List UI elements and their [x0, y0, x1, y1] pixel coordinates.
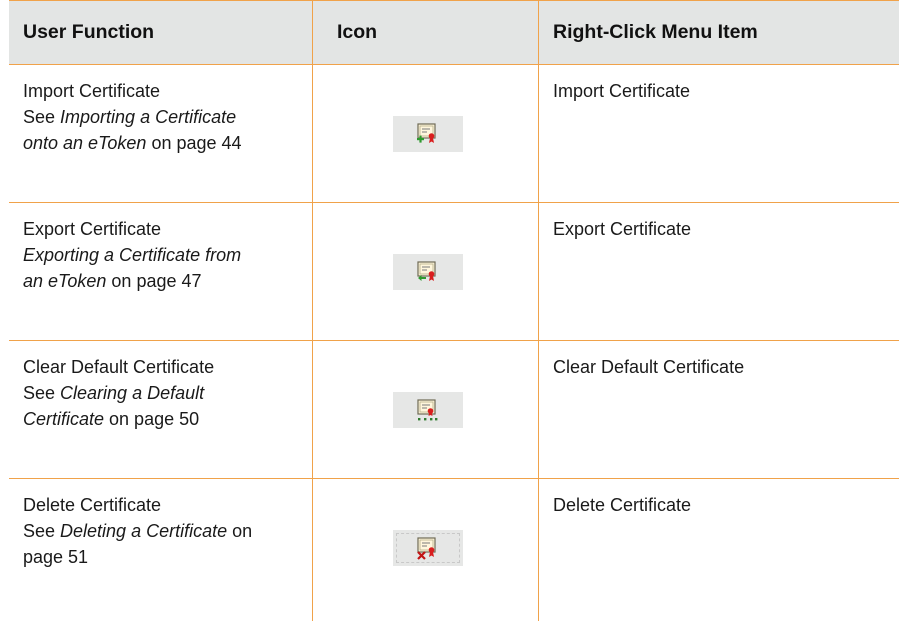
table-row: Delete Certificate See Deleting a Certif…: [9, 479, 899, 621]
menu-item-cell: Export Certificate: [553, 219, 692, 239]
menu-item-cell: Import Certificate: [553, 81, 691, 101]
table-row: Clear Default Certificate See Clearing a…: [9, 341, 899, 479]
import-certificate-icon: [393, 116, 463, 152]
header-right-click-menu-item: Right-Click Menu Item: [553, 21, 758, 43]
function-title: Import Certificate: [23, 81, 161, 101]
user-function-cell: Export Certificate Exporting a Certifica…: [9, 203, 313, 340]
header-user-function: User Function: [9, 1, 313, 64]
menu-item-cell: Clear Default Certificate: [553, 357, 745, 377]
user-functions-table: User Function Icon Right-Click Menu Item…: [9, 0, 899, 621]
reference-text: Exporting a Certificate from an eToken on…: [23, 245, 242, 291]
function-title: Export Certificate: [23, 219, 162, 239]
reference-text: See Clearing a Default Certificate on pag…: [23, 383, 205, 429]
header-icon: Icon: [313, 1, 539, 64]
table-row: Import Certificate See Importing a Certi…: [9, 65, 899, 203]
icon-cell: [313, 65, 539, 202]
user-function-cell: Clear Default Certificate See Clearing a…: [9, 341, 313, 478]
table-header: User Function Icon Right-Click Menu Item: [9, 0, 899, 65]
reference-text: See Importing a Certificate onto an eToke…: [23, 107, 242, 153]
user-function-cell: Delete Certificate See Deleting a Certif…: [9, 479, 313, 621]
function-title: Delete Certificate: [23, 495, 162, 515]
icon-cell: [313, 479, 539, 621]
menu-item-cell: Delete Certificate: [553, 495, 692, 515]
clear-default-certificate-icon: [393, 392, 463, 428]
reference-link[interactable]: Deleting a Certificate: [60, 521, 227, 541]
function-title: Clear Default Certificate: [23, 357, 215, 377]
icon-cell: [313, 203, 539, 340]
delete-certificate-icon: [393, 530, 463, 566]
reference-text: See Deleting a Certificate on page 51: [23, 521, 253, 567]
icon-cell: [313, 341, 539, 478]
export-certificate-icon: [393, 254, 463, 290]
user-function-cell: Import Certificate See Importing a Certi…: [9, 65, 313, 202]
table-row: Export Certificate Exporting a Certifica…: [9, 203, 899, 341]
